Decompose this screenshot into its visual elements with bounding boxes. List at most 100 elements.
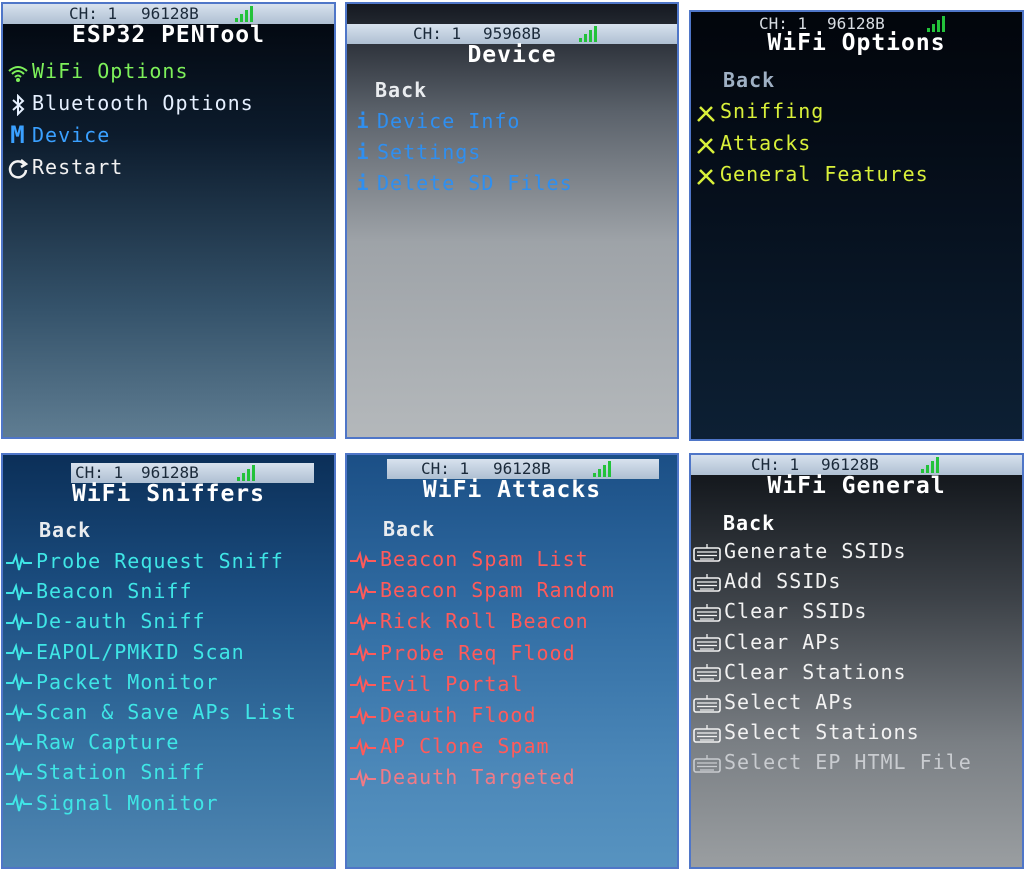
- pulse-icon: [349, 608, 377, 634]
- menu-item-label: Packet Monitor: [36, 669, 219, 694]
- menu-item[interactable]: De-auth Sniff: [5, 608, 206, 634]
- device-screen: CH: 1 95968B Device Back i Device Info iS…: [345, 2, 679, 439]
- menu-item[interactable]: Select APs: [693, 689, 854, 715]
- menu-item-label: De-auth Sniff: [36, 609, 206, 634]
- menu-item[interactable]: Packet Monitor: [5, 669, 219, 695]
- menu-item-label: Select APs: [724, 690, 855, 714]
- channel-label: CH: 1: [75, 463, 124, 482]
- menu-item[interactable]: AP Clone Spam: [349, 733, 550, 759]
- tools-icon: [695, 130, 717, 156]
- menu-item-label: Deauth Targeted: [380, 765, 576, 790]
- pulse-icon: [5, 578, 33, 604]
- menu-item[interactable]: Add SSIDs: [693, 568, 841, 594]
- menu-item-label: WiFi Options: [32, 59, 189, 83]
- menu-item-device-info[interactable]: i Device Info: [352, 108, 520, 134]
- menu-item[interactable]: Deauth Targeted: [349, 764, 576, 790]
- menu-item-label: Clear SSIDs: [724, 599, 868, 624]
- menu-item-label: Select Stations: [724, 720, 920, 745]
- screen-title: WiFi Attacks: [422, 477, 602, 503]
- menu-item[interactable]: Probe Request Sniff: [5, 548, 284, 574]
- tools-icon: [695, 161, 717, 187]
- menu-item[interactable]: Select Stations: [693, 719, 920, 745]
- screen-title: WiFi Sniffers: [71, 481, 265, 507]
- menu-item-label: Station Sniff: [36, 760, 206, 785]
- channel-label: CH: 1: [69, 4, 118, 23]
- back-button[interactable]: Back: [383, 516, 435, 542]
- menu-item[interactable]: Select EP HTML File: [693, 749, 972, 775]
- menu-item-sniffing[interactable]: Sniffing: [695, 98, 824, 124]
- menu-item[interactable]: Generate SSIDs: [693, 538, 907, 564]
- menu-item-wifi-options[interactable]: WiFi Options: [7, 58, 189, 84]
- menu-item-label: Beacon Sniff: [36, 579, 193, 604]
- menu-item[interactable]: Clear SSIDs: [693, 598, 867, 624]
- channel-label: CH: 1: [413, 24, 462, 43]
- menu-item-label: Raw Capture: [36, 730, 180, 755]
- menu-item[interactable]: Beacon Spam List: [349, 546, 589, 572]
- back-button[interactable]: Back: [39, 517, 91, 543]
- free-memory: 95968B: [483, 24, 541, 43]
- menu-item[interactable]: Clear Stations: [693, 659, 907, 685]
- screen-title: WiFi Options: [767, 30, 946, 56]
- pulse-icon: [349, 733, 377, 759]
- info-icon: i: [356, 171, 370, 195]
- menu-item-label: Evil Portal: [380, 671, 524, 696]
- menu-item[interactable]: Station Sniff: [5, 759, 206, 785]
- menu-item-label: Scan & Save APs List: [36, 700, 297, 724]
- menu-item-attacks[interactable]: Attacks: [695, 130, 811, 156]
- menu-item-label: Generate SSIDs: [724, 539, 907, 563]
- menu-item-bluetooth-options[interactable]: Bluetooth Options: [7, 90, 254, 116]
- menu-item[interactable]: Scan & Save APs List: [5, 699, 297, 725]
- pulse-icon: [5, 669, 33, 695]
- menu-item[interactable]: Beacon Spam Random: [349, 577, 615, 603]
- signal-bars-icon: [235, 6, 253, 22]
- back-button[interactable]: Back: [723, 510, 775, 536]
- menu-item-label: Select EP HTML File: [724, 750, 972, 775]
- signal-bars-icon: [237, 465, 255, 481]
- main-menu-screen: CH: 1 96128B ESP32 PENTool WiFi Options …: [1, 2, 336, 439]
- bluetooth-icon: [7, 90, 29, 116]
- wifi-attacks-screen: CH: 1 96128B WiFi Attacks Back Beacon Sp…: [345, 453, 679, 869]
- menu-item[interactable]: Evil Portal: [349, 671, 523, 697]
- pulse-icon: [5, 699, 33, 725]
- menu-item-label: Signal Monitor: [36, 790, 219, 815]
- menu-item-label: EAPOL/PMKID Scan: [36, 639, 245, 664]
- pulse-icon: [5, 729, 33, 755]
- pulse-icon: [5, 759, 33, 785]
- pulse-icon: [349, 702, 377, 728]
- signal-bars-icon: [593, 461, 611, 477]
- keyboard-icon: [693, 629, 721, 655]
- info-icon: i: [356, 140, 370, 164]
- menu-item-label: Sniffing: [720, 99, 825, 123]
- restart-icon: [7, 154, 29, 180]
- menu-item-device[interactable]: M Device: [7, 122, 110, 148]
- menu-item[interactable]: Signal Monitor: [5, 790, 219, 816]
- keyboard-icon: [693, 598, 721, 624]
- keyboard-icon: [693, 538, 721, 564]
- menu-item-label: Device Info: [377, 109, 521, 133]
- menu-item[interactable]: Clear APs: [693, 629, 841, 655]
- menu-item-settings[interactable]: i Settings: [352, 139, 481, 165]
- free-memory: 96128B: [493, 459, 551, 478]
- free-memory: 96128B: [821, 455, 879, 474]
- device-m-icon: M: [10, 121, 26, 149]
- status-bar: CH: 1 96128B: [691, 455, 1022, 475]
- menu-item-label: Settings: [377, 140, 482, 164]
- back-button[interactable]: Back: [375, 77, 427, 103]
- menu-item-delete-sd-files[interactable]: i Delete SD Files: [352, 170, 573, 196]
- pulse-icon: [5, 548, 33, 574]
- keyboard-icon: [693, 659, 721, 685]
- menu-item-general-features[interactable]: General Features: [695, 161, 929, 187]
- menu-item[interactable]: Deauth Flood: [349, 702, 537, 728]
- keyboard-icon: [693, 719, 721, 745]
- menu-item[interactable]: Beacon Sniff: [5, 578, 193, 604]
- menu-item[interactable]: Rick Roll Beacon: [349, 608, 589, 634]
- pulse-icon: [5, 790, 33, 816]
- menu-item[interactable]: Probe Req Flood: [349, 640, 576, 666]
- back-button[interactable]: Back: [723, 67, 775, 93]
- menu-item[interactable]: EAPOL/PMKID Scan: [5, 639, 245, 665]
- menu-item-restart[interactable]: Restart: [7, 154, 123, 180]
- menu-item-label: Beacon Spam Random: [380, 578, 615, 603]
- menu-item[interactable]: Raw Capture: [5, 729, 179, 755]
- menu-item-label: Attacks: [720, 131, 812, 155]
- channel-label: CH: 1: [421, 459, 470, 478]
